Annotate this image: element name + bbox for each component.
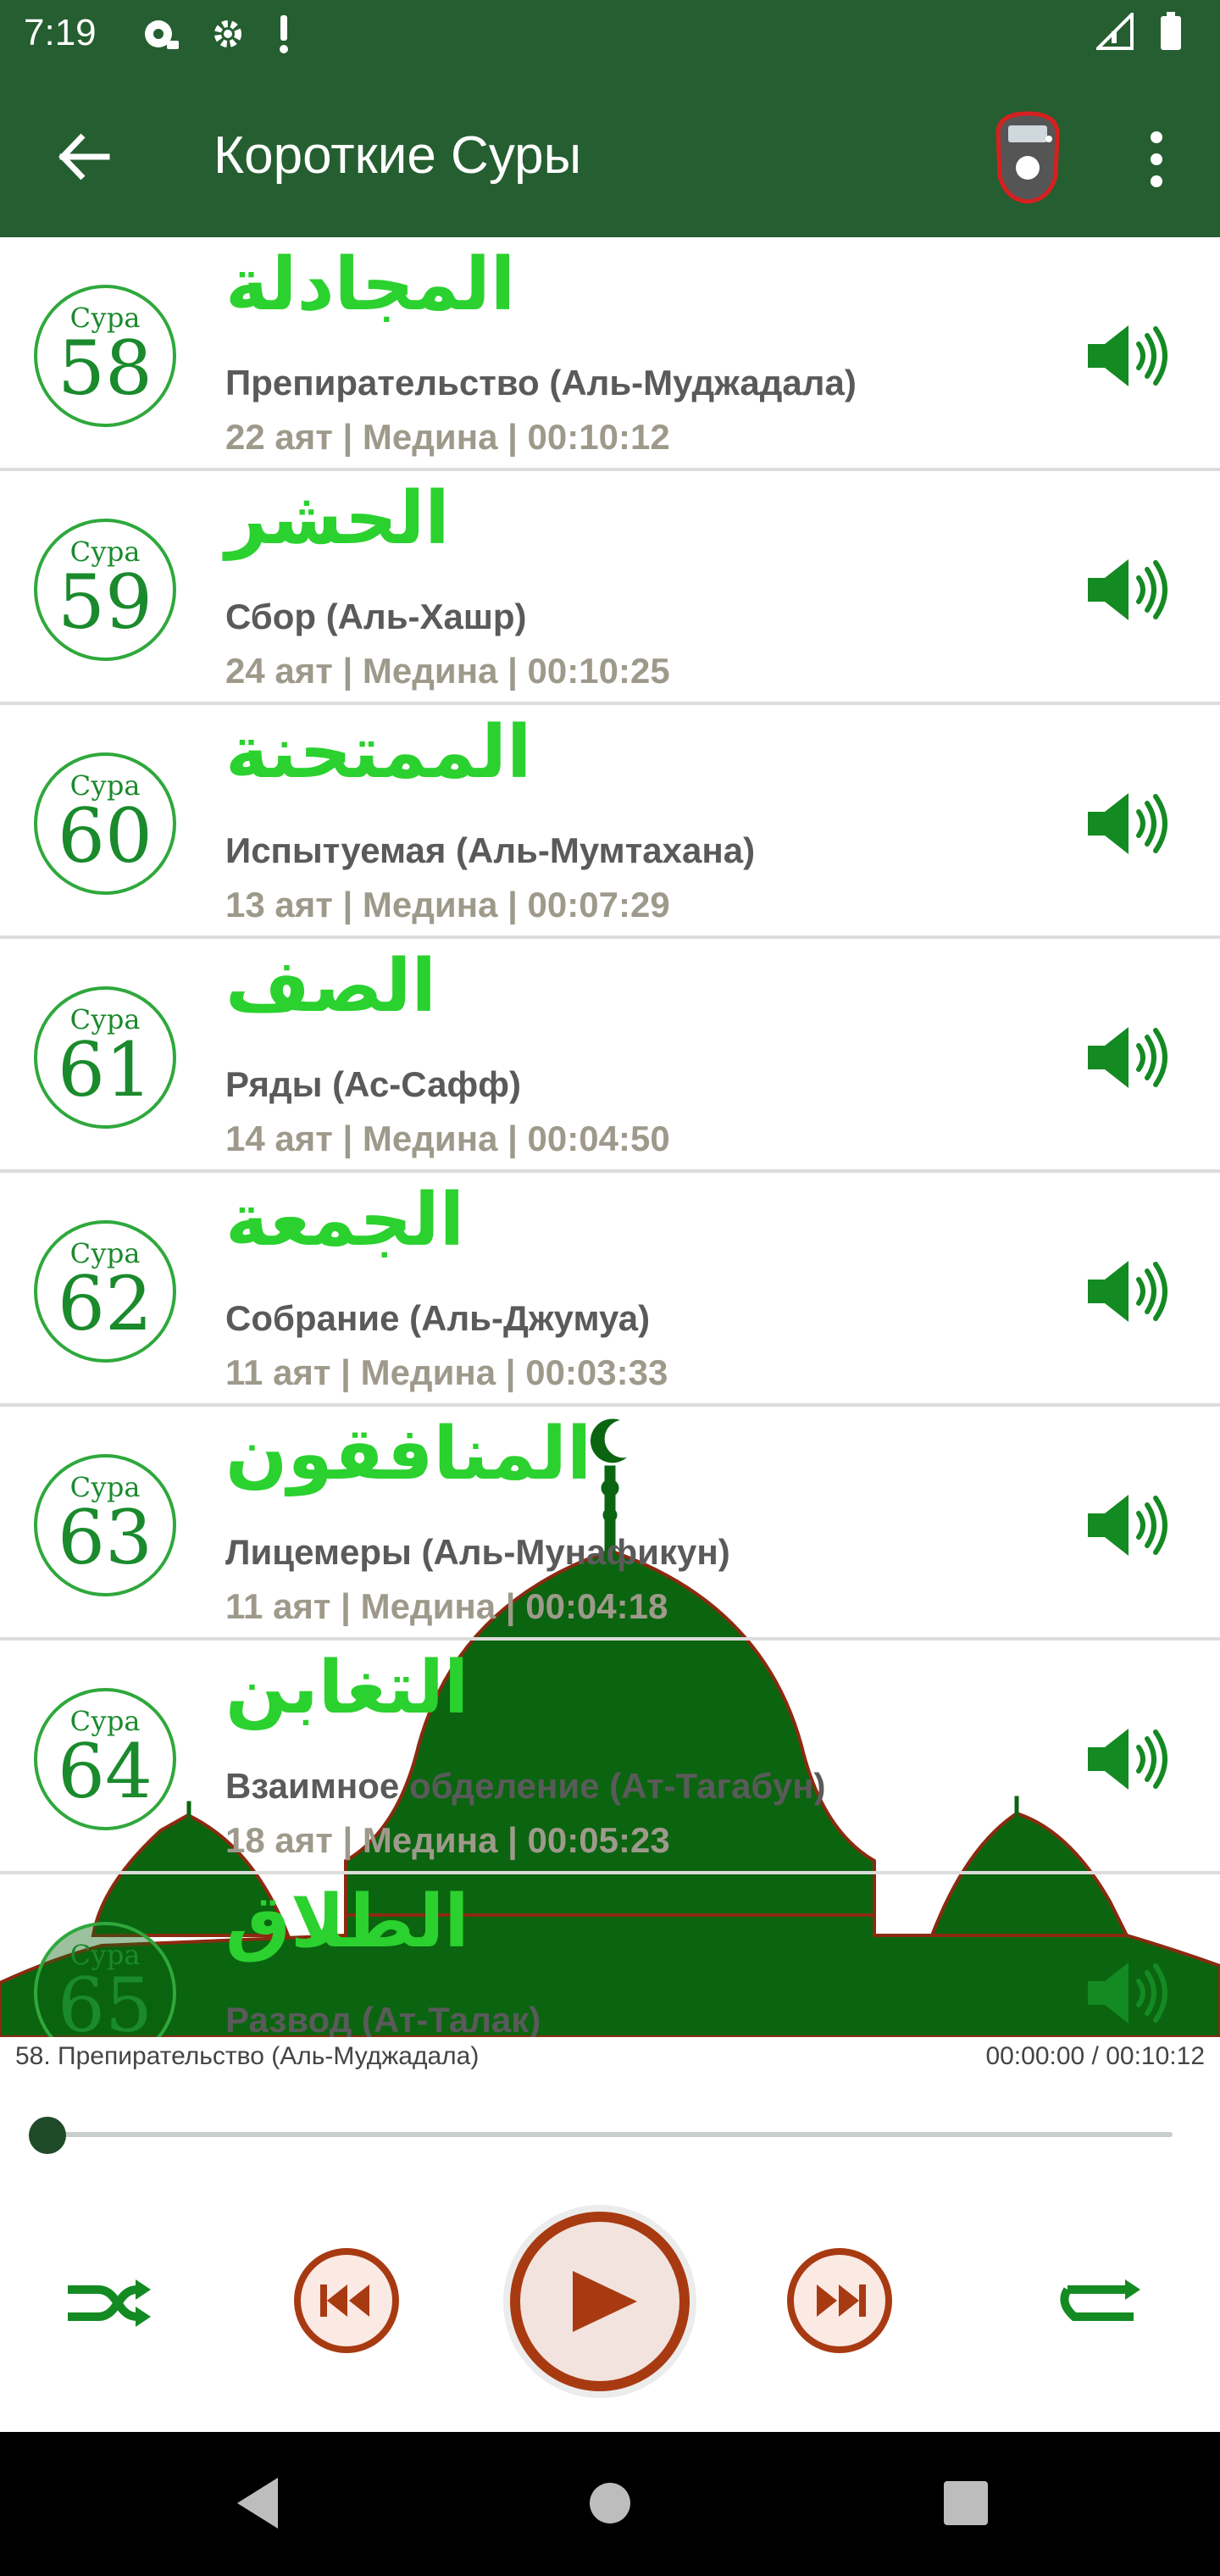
surah-meta: 24 аят | Медина | 00:10:25 [225,651,670,691]
surah-number-badge: Сура 61 [34,986,176,1129]
speaker-icon[interactable] [1084,790,1173,858]
surah-arabic-name: الممتحنة [225,710,532,795]
seek-thumb[interactable] [29,2117,66,2154]
now-playing-title: 58. Препирательство (Аль-Муджадала) [15,2042,480,2070]
back-button[interactable] [47,119,124,195]
speaker-icon[interactable] [1084,1257,1173,1325]
surah-arabic-name: الحشر [225,476,450,561]
surah-russian-name: Развод (Ат-Талак) [225,2000,541,2037]
surah-russian-name: Собрание (Аль-Джумуа) [225,1298,651,1338]
surah-meta: 22 аят | Медина | 00:10:12 [225,417,670,457]
surah-arabic-name: الطلاق [225,1879,469,1964]
alert-icon [280,15,288,53]
speaker-icon[interactable] [1084,1024,1173,1091]
tasbih-counter-button[interactable] [990,108,1066,207]
surah-number-badge: Сура 65 [34,1922,176,2037]
surah-number-badge: Сура 58 [34,285,176,427]
status-icons-right [1096,12,1183,51]
battery-icon [1161,12,1181,50]
page-title: Короткие Суры [214,126,582,185]
skip-previous-icon[interactable] [291,2246,402,2356]
more-vert-icon [1151,131,1162,187]
badge-number: 62 [58,1260,152,1347]
badge-number: 63 [58,1494,152,1581]
surah-arabic-name: التغابن [225,1646,469,1730]
surah-russian-name: Препирательство (Аль-Муджадала) [225,363,857,402]
surah-arabic-name: الجمعة [225,1178,465,1263]
surah-number-badge: Сура 63 [34,1454,176,1596]
nav-recents-icon[interactable] [932,2469,1000,2537]
seek-bar[interactable] [47,2132,1173,2137]
surah-list[interactable]: Сура 58 المجادلة Препирательство (Аль-Му… [0,237,1220,2037]
surah-meta: 13 аят | Медина | 00:07:29 [225,885,670,924]
shuffle-icon[interactable] [64,2278,152,2329]
surah-number-badge: Сура 59 [34,519,176,661]
speaker-icon[interactable] [1084,322,1173,390]
surah-row-63[interactable]: Сура 63 المنافقون Лицемеры (Аль-Мунафику… [0,1407,1220,1641]
surah-russian-name: Взаимное обделение (Ат-Тагабун) [225,1766,826,1806]
surah-row-59[interactable]: Сура 59 الحشر Сбор (Аль-Хашр) 24 аят | М… [0,471,1220,705]
surah-row-65[interactable]: Сура 65 الطلاق Развод (Ат-Талак) [0,1874,1220,2037]
speaker-icon[interactable] [1084,1491,1173,1559]
audio-player: 58. Препирательство (Аль-Муджадала) 00:0… [0,2037,1220,2432]
badge-number: 64 [58,1728,152,1815]
badge-number: 58 [58,325,152,412]
badge-number: 60 [58,792,152,880]
status-time: 7:19 [24,12,97,53]
surah-meta: 11 аят | Медина | 00:04:18 [225,1586,668,1626]
system-nav-bar [0,2432,1220,2576]
surah-meta: 18 аят | Медина | 00:05:23 [225,1820,670,1860]
surah-meta: 14 аят | Медина | 00:04:50 [225,1119,670,1158]
surah-number-badge: Сура 64 [34,1688,176,1830]
surah-arabic-name: المجادلة [225,242,516,327]
play-icon[interactable] [502,2203,698,2400]
time-readout: 00:00:00 / 00:10:12 [985,2042,1205,2070]
repeat-icon[interactable] [1056,2278,1144,2329]
surah-number-badge: Сура 62 [34,1220,176,1363]
surah-row-58[interactable]: Сура 58 المجادلة Препирательство (Аль-Му… [0,237,1220,471]
surah-arabic-name: المنافقون [225,1412,592,1496]
app-bar: Короткие Суры [0,76,1220,237]
signal-icon [1096,13,1134,50]
surah-meta: 11 аят | Медина | 00:03:33 [225,1352,668,1392]
surah-row-61[interactable]: Сура 61 الصف Ряды (Ас-Сафф) 14 аят | Мед… [0,939,1220,1173]
status-icons-left [140,14,292,54]
surah-arabic-name: الصف [225,944,436,1029]
surah-row-60[interactable]: Сура 60 الممتحنة Испытуемая (Аль-Мумтаха… [0,705,1220,939]
speaker-icon[interactable] [1084,556,1173,624]
badge-number: 59 [58,558,152,646]
skip-next-icon[interactable] [785,2246,895,2356]
badge-number: 61 [58,1026,152,1113]
speaker-icon[interactable] [1084,1725,1173,1793]
settings-icon [214,20,241,47]
surah-number-badge: Сура 60 [34,752,176,895]
surah-russian-name: Лицемеры (Аль-Мунафикун) [225,1532,730,1572]
surah-russian-name: Сбор (Аль-Хашр) [225,597,527,636]
overflow-menu-button[interactable] [1135,125,1178,193]
surah-russian-name: Ряды (Ас-Сафф) [225,1064,521,1104]
surah-row-62[interactable]: Сура 62 الجمعة Собрание (Аль-Джумуа) 11 … [0,1173,1220,1407]
speaker-icon[interactable] [1084,1959,1173,2027]
podcast-icon [145,20,179,49]
badge-number: 65 [58,1962,152,2038]
arrow-left-icon [58,133,110,180]
status-bar: 7:19 [0,0,1220,76]
tasbih-counter-icon [995,111,1060,204]
surah-row-64[interactable]: Сура 64 التغابن Взаимное обделение (Ат-Т… [0,1641,1220,1874]
surah-russian-name: Испытуемая (Аль-Мумтахана) [225,830,756,870]
nav-back-icon[interactable] [227,2469,295,2537]
nav-home-icon[interactable] [583,2469,637,2537]
